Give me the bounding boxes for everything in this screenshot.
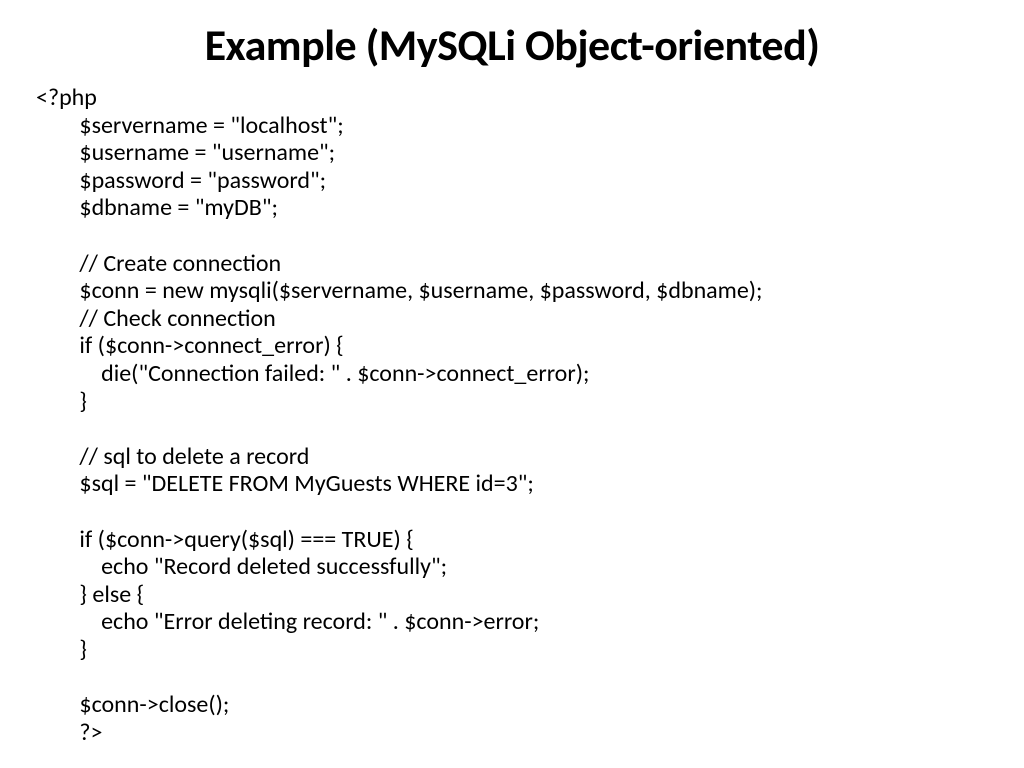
slide-title: Example (MySQLi Object-oriented): [0, 0, 1024, 84]
slide-container: Example (MySQLi Object-oriented) <?php $…: [0, 0, 1024, 768]
code-example: <?php $servername = "localhost"; $userna…: [0, 84, 1024, 746]
